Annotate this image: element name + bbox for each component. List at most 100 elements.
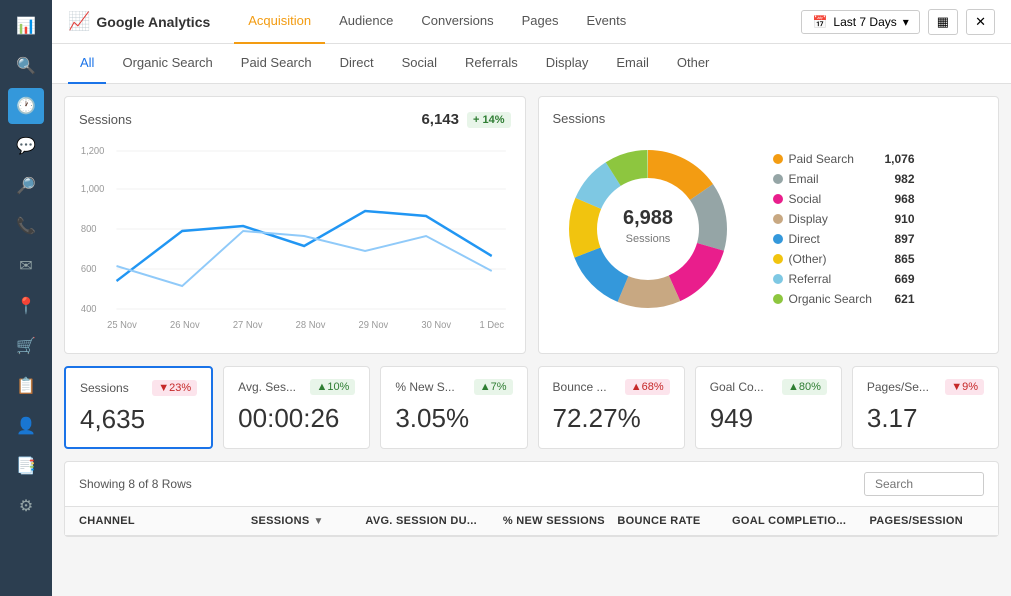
nav-tab-events[interactable]: Events [573,0,641,44]
top-nav: 📈 Google Analytics Acquisition Audience … [52,0,1011,44]
donut-chart-header: Sessions [553,111,985,126]
sub-tab-direct[interactable]: Direct [328,44,386,84]
date-range-label: Last 7 Days [833,15,896,29]
legend-item-email: Email 982 [773,172,915,186]
metric-sessions-value: 4,635 [80,404,197,435]
col-header-goal[interactable]: GOAL COMPLETIO... [732,515,869,527]
metric-bounce-value: 72.27% [553,403,670,434]
sidebar-icon-analytics[interactable]: 📊 [8,8,44,44]
sub-tab-social[interactable]: Social [390,44,449,84]
sub-tab-referrals[interactable]: Referrals [453,44,530,84]
legend-label-referral: Referral [789,272,889,286]
nav-right: 📅 Last 7 Days ▾ ▦ ✕ [801,9,995,35]
svg-text:400: 400 [81,304,97,315]
nav-tab-audience[interactable]: Audience [325,0,407,44]
sidebar-icon-email[interactable]: ✉ [8,248,44,284]
metric-goal-badge: ▲80% [782,379,827,395]
sidebar-icon-reports[interactable]: 📋 [8,368,44,404]
sub-tab-paid[interactable]: Paid Search [229,44,324,84]
chart-toggle-button[interactable]: ▦ [928,9,958,35]
metric-sessions-name: Sessions [80,381,129,395]
sidebar-icon-user[interactable]: 👤 [8,408,44,444]
legend-item-social: Social 968 [773,192,915,206]
date-picker[interactable]: 📅 Last 7 Days ▾ [801,10,919,34]
legend-label-organic: Organic Search [789,292,889,306]
line-chart-header: Sessions 6,143 + 14% [79,111,511,128]
col-header-sessions[interactable]: SESSIONS ▼ [251,515,366,527]
sidebar-icon-settings[interactable]: ⚙ [8,488,44,524]
line-chart-title: Sessions [79,112,132,127]
line-chart-card: Sessions 6,143 + 14% 1,200 1,000 800 600… [64,96,526,354]
sidebar-icon-cart[interactable]: 🛒 [8,328,44,364]
chevron-down-icon: ▾ [903,15,909,29]
svg-text:28 Nov: 28 Nov [296,320,326,331]
nav-tab-conversions[interactable]: Conversions [407,0,507,44]
metric-card-avg-session[interactable]: Avg. Ses... ▲10% 00:00:26 [223,366,370,449]
metric-bounce-header: Bounce ... ▲68% [553,379,670,395]
svg-text:6,988: 6,988 [622,207,672,229]
sidebar-icon-phone[interactable]: 📞 [8,208,44,244]
metric-card-pages[interactable]: Pages/Se... ▼9% 3.17 [852,366,999,449]
sidebar-icon-location[interactable]: 📍 [8,288,44,324]
col-header-new[interactable]: % NEW SESSIONS [503,515,618,527]
col-header-pages[interactable]: PAGES/SESSION [869,515,984,527]
metric-card-sessions[interactable]: Sessions ▼23% 4,635 [64,366,213,449]
metric-sessions-badge: ▼23% [152,380,197,396]
legend-item-direct: Direct 897 [773,232,915,246]
sub-tab-organic[interactable]: Organic Search [110,44,224,84]
metric-bounce-name: Bounce ... [553,380,607,394]
legend-label-other: (Other) [789,252,889,266]
col-header-avg[interactable]: AVG. SESSION DU... [365,515,502,527]
legend-value-paid-search: 1,076 [885,152,915,166]
col-header-channel[interactable]: CHANNEL [79,515,251,527]
metric-card-new-sessions[interactable]: % New S... ▲7% 3.05% [380,366,527,449]
sidebar-icon-insights[interactable]: 🔎 [8,168,44,204]
metric-card-goal[interactable]: Goal Co... ▲80% 949 [695,366,842,449]
metrics-row: Sessions ▼23% 4,635 Avg. Ses... ▲10% 00:… [64,366,999,449]
sub-tab-display[interactable]: Display [534,44,601,84]
sub-tab-other[interactable]: Other [665,44,722,84]
sub-tab-all[interactable]: All [68,44,106,84]
sidebar-icon-list[interactable]: 📑 [8,448,44,484]
metric-bounce-badge: ▲68% [625,379,670,395]
metric-avg-header: Avg. Ses... ▲10% [238,379,355,395]
collapse-button[interactable]: ✕ [966,9,995,35]
svg-text:1,200: 1,200 [81,146,105,157]
donut-chart-card: Sessions [538,96,1000,354]
legend-label-paid-search: Paid Search [789,152,879,166]
svg-text:29 Nov: 29 Nov [359,320,389,331]
legend-dot-display [773,214,783,224]
charts-row: Sessions 6,143 + 14% 1,200 1,000 800 600… [64,96,999,354]
sidebar-icon-active[interactable]: 🕐 [8,88,44,124]
sub-tab-email[interactable]: Email [604,44,661,84]
legend-dot-email [773,174,783,184]
nav-tabs: Acquisition Audience Conversions Pages E… [234,0,640,44]
line-chart-value-group: 6,143 + 14% [421,111,510,128]
svg-text:Sessions: Sessions [625,233,670,245]
legend-value-direct: 897 [895,232,915,246]
table-columns: CHANNEL SESSIONS ▼ AVG. SESSION DU... % … [65,507,998,536]
sidebar-icon-chat[interactable]: 💬 [8,128,44,164]
metric-card-bounce[interactable]: Bounce ... ▲68% 72.27% [538,366,685,449]
nav-tab-pages[interactable]: Pages [508,0,573,44]
metric-new-name: % New S... [395,380,454,394]
legend-value-social: 968 [895,192,915,206]
svg-text:30 Nov: 30 Nov [421,320,451,331]
legend-item-referral: Referral 669 [773,272,915,286]
bar-chart-icon: ▦ [937,14,949,29]
nav-tab-acquisition[interactable]: Acquisition [234,0,325,44]
metric-pages-badge: ▼9% [945,379,984,395]
legend-label-email: Email [789,172,889,186]
table-search-input[interactable] [864,472,984,496]
col-header-bounce[interactable]: BOUNCE RATE [617,515,732,527]
legend-item-other: (Other) 865 [773,252,915,266]
legend-value-display: 910 [895,212,915,226]
sidebar-icon-search[interactable]: 🔍 [8,48,44,84]
brand-name: Google Analytics [96,14,210,30]
metric-avg-value: 00:00:26 [238,403,355,434]
metric-pages-header: Pages/Se... ▼9% [867,379,984,395]
legend-dot-social [773,194,783,204]
legend-label-social: Social [789,192,889,206]
svg-text:27 Nov: 27 Nov [233,320,263,331]
svg-text:1,000: 1,000 [81,184,105,195]
